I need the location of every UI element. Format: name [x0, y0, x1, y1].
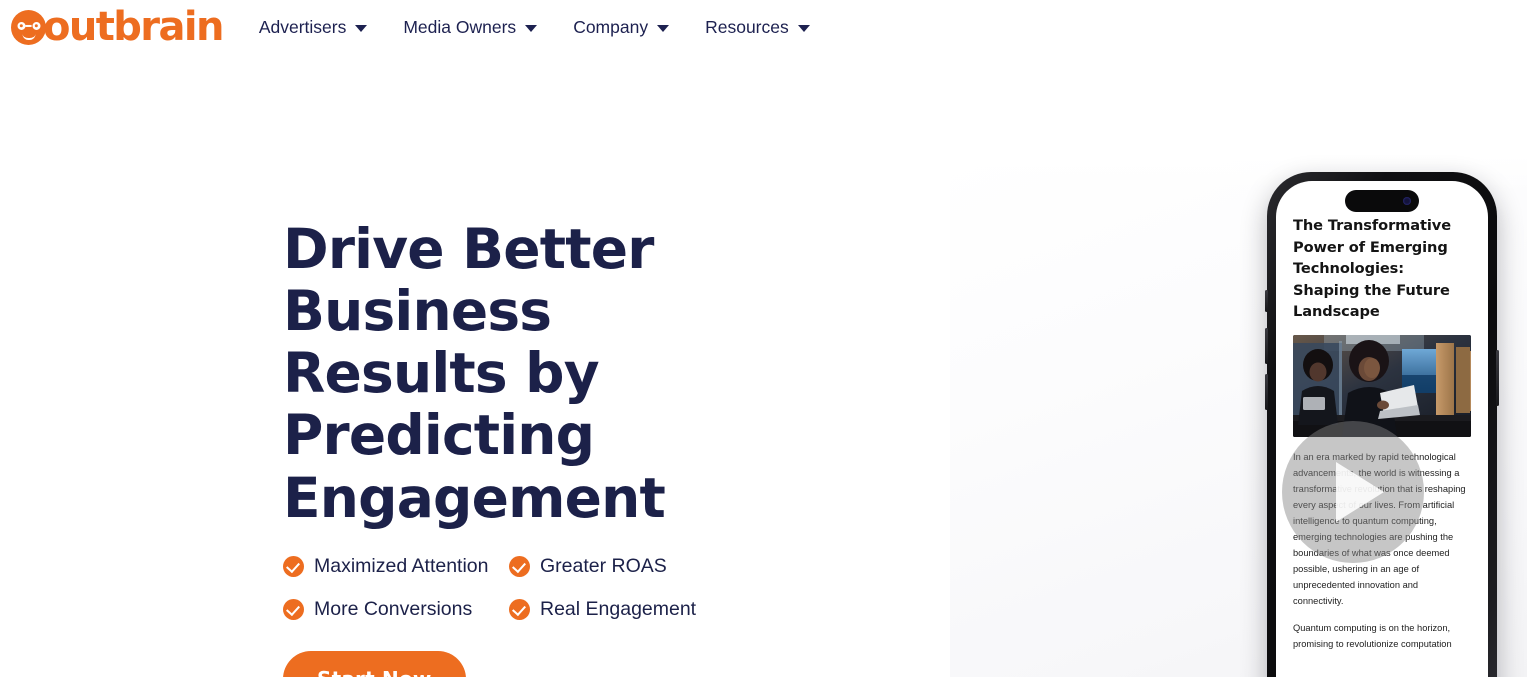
- article-content: The Transformative Power of Emerging Tec…: [1276, 181, 1488, 653]
- phone-volume-up-button: [1265, 328, 1268, 364]
- play-button-overlay[interactable]: [1282, 421, 1424, 563]
- phone-screen: The Transformative Power of Emerging Tec…: [1276, 181, 1488, 677]
- article-title: The Transformative Power of Emerging Tec…: [1293, 217, 1452, 321]
- benefit-label: Real Engagement: [540, 597, 697, 620]
- chevron-down-icon: [355, 24, 368, 32]
- nav-item-media-owners[interactable]: Media Owners: [403, 16, 538, 38]
- play-icon: [1336, 462, 1384, 522]
- chevron-down-icon: [525, 24, 538, 32]
- phone-frame: The Transformative Power of Emerging Tec…: [1265, 172, 1499, 677]
- nav-item-company[interactable]: Company: [573, 16, 670, 38]
- start-now-button[interactable]: Start Now: [283, 650, 466, 677]
- benefit-item: Real Engagement: [509, 598, 743, 621]
- phone-power-button: [1496, 350, 1499, 406]
- nav-item-advertisers[interactable]: Advertisers: [259, 17, 368, 38]
- main-navigation: Advertisers Media Owners Company Resourc…: [259, 17, 810, 38]
- phone-mockup: The Transformative Power of Emerging Tec…: [1265, 172, 1499, 677]
- nav-label: Company: [573, 16, 649, 37]
- hero-section: Drive Better Business Results by Predict…: [283, 218, 903, 677]
- headline-line-1: Drive Better Business: [283, 217, 654, 344]
- benefit-label: More Conversions: [314, 597, 473, 620]
- benefit-item: Maximized Attention: [283, 555, 509, 578]
- chevron-down-icon: [797, 24, 810, 32]
- check-circle-icon: [283, 555, 304, 577]
- check-circle-icon: [509, 598, 530, 620]
- page-title: Drive Better Business Results by Predict…: [283, 218, 903, 529]
- dynamic-island: [1345, 190, 1419, 212]
- headline-line-3: Engagement: [283, 465, 666, 530]
- benefits-list: Maximized Attention Greater ROAS More Co…: [283, 555, 743, 621]
- nav-item-resources[interactable]: Resources: [705, 17, 810, 38]
- benefit-label: Maximized Attention: [314, 554, 489, 577]
- check-circle-icon: [509, 555, 530, 577]
- chevron-down-icon: [657, 24, 670, 32]
- phone-silent-switch: [1265, 290, 1268, 312]
- phone-volume-down-button: [1265, 374, 1268, 410]
- benefit-label: Greater ROAS: [540, 554, 667, 577]
- nav-label: Resources: [705, 16, 789, 37]
- check-circle-icon: [283, 598, 304, 620]
- site-header: outbrain Advertisers Media Owners Compan…: [0, 0, 1527, 54]
- article-image: [1293, 334, 1471, 437]
- benefit-item: More Conversions: [283, 598, 509, 621]
- front-camera-icon: [1403, 197, 1411, 205]
- logo-wordmark: outbrain: [43, 4, 224, 50]
- article-paragraph: Quantum computing is on the horizon, pro…: [1293, 622, 1452, 649]
- headline-line-2: Results by Predicting: [283, 341, 600, 468]
- benefit-item: Greater ROAS: [509, 555, 743, 578]
- nav-label: Advertisers: [258, 16, 347, 37]
- outbrain-logo-icon: [11, 9, 46, 45]
- outbrain-logo[interactable]: outbrain: [11, 4, 224, 50]
- nav-label: Media Owners: [403, 16, 517, 37]
